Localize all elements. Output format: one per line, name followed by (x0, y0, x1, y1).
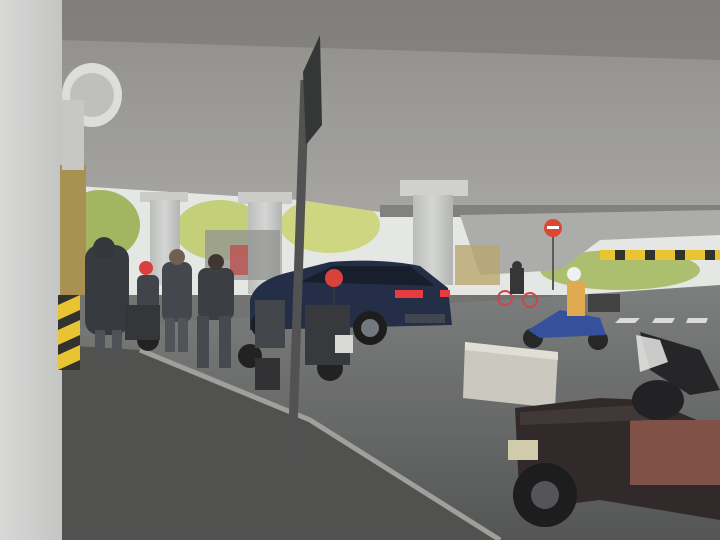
underpass-scene (0, 0, 720, 540)
haze-overlay (0, 0, 720, 540)
scene-svg (0, 0, 720, 540)
